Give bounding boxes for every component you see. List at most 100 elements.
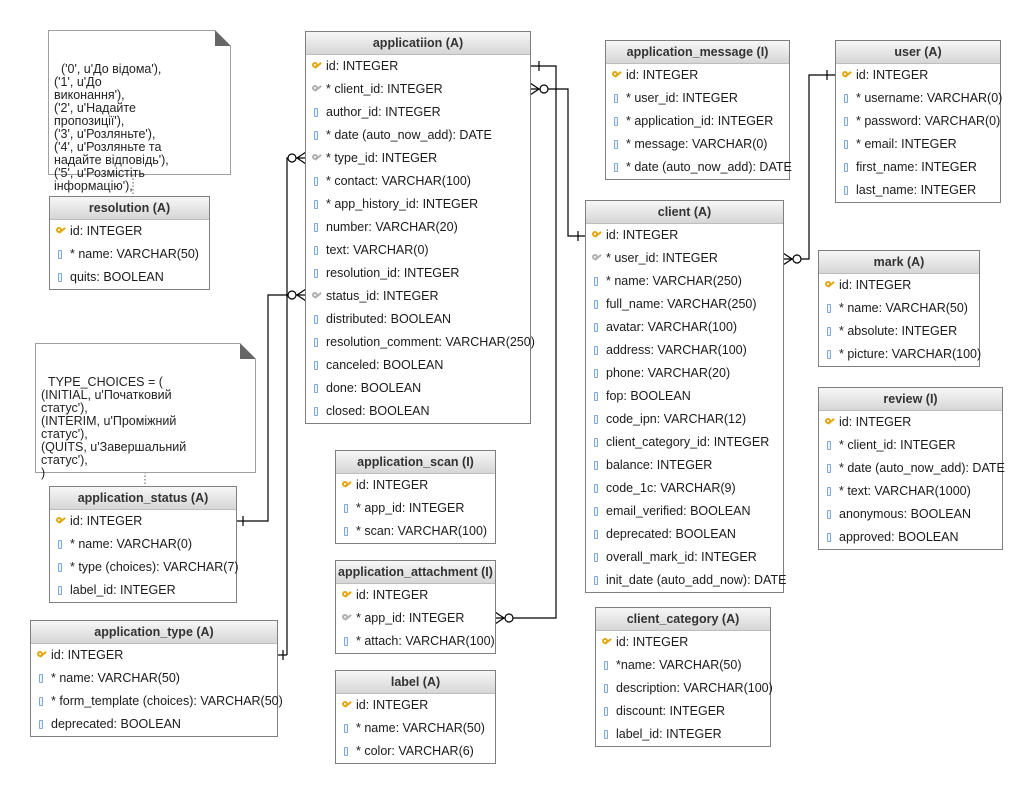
field-row[interactable]: * attach: VARCHAR(100) xyxy=(336,630,495,653)
field-row[interactable]: * name: VARCHAR(50) xyxy=(50,243,209,266)
field-row[interactable]: * date (auto_now_add): DATE xyxy=(606,156,792,179)
field-row[interactable]: * email: INTEGER xyxy=(836,133,1000,156)
field-row[interactable]: label_id: INTEGER xyxy=(596,723,770,746)
field-row[interactable]: deprecated: BOOLEAN xyxy=(31,713,277,736)
field-row[interactable]: deprecated: BOOLEAN xyxy=(586,523,783,546)
field-row[interactable]: * name: VARCHAR(50) xyxy=(336,717,495,740)
field-label: phone: VARCHAR(20) xyxy=(606,366,731,380)
table-user[interactable]: user (A) id: INTEGER * username: VARCHAR(0… xyxy=(835,40,1002,203)
field-row[interactable]: code_1c: VARCHAR(9) xyxy=(586,477,783,500)
field-row[interactable]: canceled: BOOLEAN xyxy=(306,354,530,377)
field-row[interactable]: first_name: INTEGER xyxy=(836,156,1000,179)
field-row[interactable]: * form_template (choices): VARCHAR(50) xyxy=(31,690,283,713)
field-row[interactable]: label_id: INTEGER xyxy=(50,579,236,602)
field-row[interactable]: *name: VARCHAR(50) xyxy=(596,654,770,677)
field-row[interactable]: code_ipn: VARCHAR(12) xyxy=(586,408,783,431)
field-row[interactable]: distributed: BOOLEAN xyxy=(306,308,530,331)
field-row[interactable]: * application_id: INTEGER xyxy=(606,110,789,133)
field-row[interactable]: id: INTEGER xyxy=(819,274,979,297)
field-row[interactable]: * user_id: INTEGER xyxy=(606,87,789,110)
field-row[interactable]: * password: VARCHAR(0) xyxy=(836,110,1000,133)
table-label[interactable]: label (A) id: INTEGER * name: VARCHAR(50) *… xyxy=(335,670,496,764)
field-row[interactable]: resolution_comment: VARCHAR(250) xyxy=(306,331,535,354)
field-row[interactable]: fop: BOOLEAN xyxy=(586,385,783,408)
field-row[interactable]: * username: VARCHAR(0) xyxy=(836,87,1002,110)
field-row[interactable]: * absolute: INTEGER xyxy=(819,320,979,343)
field-row[interactable]: * user_id: INTEGER xyxy=(586,247,783,270)
table-application-attachment[interactable]: application_attachment (I) id: INTEGER * a… xyxy=(335,560,496,654)
field-row[interactable]: full_name: VARCHAR(250) xyxy=(586,293,783,316)
field-row[interactable]: * name: VARCHAR(250) xyxy=(586,270,783,293)
field-row[interactable]: * text: VARCHAR(1000) xyxy=(819,480,1002,503)
field-row[interactable]: * type (choices): VARCHAR(7) xyxy=(50,556,239,579)
field-row[interactable]: * app_id: INTEGER xyxy=(336,497,495,520)
field-row[interactable]: * message: VARCHAR(0) xyxy=(606,133,789,156)
field-row[interactable]: init_date (auto_add_now): DATE xyxy=(586,569,786,592)
field-row[interactable]: text: VARCHAR(0) xyxy=(306,239,530,262)
field-row[interactable]: phone: VARCHAR(20) xyxy=(586,362,783,385)
field-row[interactable]: * color: VARCHAR(6) xyxy=(336,740,495,763)
field-row[interactable]: approved: BOOLEAN xyxy=(819,526,1002,549)
field-row[interactable]: client_category_id: INTEGER xyxy=(586,431,783,454)
field-row[interactable]: avatar: VARCHAR(100) xyxy=(586,316,783,339)
table-review[interactable]: review (I) id: INTEGER * client_id: INTEGE… xyxy=(818,387,1005,550)
field-row[interactable]: * contact: VARCHAR(100) xyxy=(306,170,530,193)
field-row[interactable]: id: INTEGER xyxy=(31,644,277,667)
table-resolution[interactable]: resolution (A) id: INTEGER * name: VARCHAR… xyxy=(49,196,210,290)
field-row[interactable]: * app_id: INTEGER xyxy=(336,607,495,630)
column-icon xyxy=(824,532,836,544)
field-row[interactable]: * date (auto_now_add): DATE xyxy=(306,124,530,147)
field-row[interactable]: * name: VARCHAR(0) xyxy=(50,533,236,556)
table-application-scan[interactable]: application_scan (I) id: INTEGER * app_id:… xyxy=(335,450,496,544)
field-row[interactable]: * date (auto_now_add): DATE xyxy=(819,457,1005,480)
field-row[interactable]: * name: VARCHAR(50) xyxy=(31,667,277,690)
field-row[interactable]: id: INTEGER xyxy=(336,584,495,607)
field-row[interactable]: * picture: VARCHAR(100) xyxy=(819,343,981,366)
field-row[interactable]: resolution_id: INTEGER xyxy=(306,262,530,285)
field-row[interactable]: overall_mark_id: INTEGER xyxy=(586,546,783,569)
table-application-type[interactable]: application_type (A) id: INTEGER * name: V… xyxy=(30,620,283,737)
field-row[interactable]: email_verified: BOOLEAN xyxy=(586,500,783,523)
field-row[interactable]: id: INTEGER xyxy=(836,64,1000,87)
field-row[interactable]: balance: INTEGER xyxy=(586,454,783,477)
field-row[interactable]: id: INTEGER xyxy=(819,411,1002,434)
field-row[interactable]: id: INTEGER xyxy=(50,510,236,533)
field-row[interactable]: done: BOOLEAN xyxy=(306,377,530,400)
field-row[interactable]: id: INTEGER xyxy=(586,224,783,247)
field-row[interactable]: * scan: VARCHAR(100) xyxy=(336,520,495,543)
table-client[interactable]: client (A) id: INTEGER * user_id: INTEGER *… xyxy=(585,200,786,593)
field-row[interactable]: id: INTEGER xyxy=(606,64,789,87)
field-row[interactable]: author_id: INTEGER xyxy=(306,101,530,124)
field-row[interactable]: discount: INTEGER xyxy=(596,700,770,723)
field-label: * color: VARCHAR(6) xyxy=(356,744,474,758)
field-row[interactable]: closed: BOOLEAN xyxy=(306,400,530,423)
field-row[interactable]: last_name: INTEGER xyxy=(836,179,1000,202)
table-application-message[interactable]: application_message (I) id: INTEGER * user… xyxy=(605,40,792,180)
foreign-key-icon xyxy=(311,291,323,303)
field-row[interactable]: description: VARCHAR(100) xyxy=(596,677,773,700)
field-row[interactable]: id: INTEGER xyxy=(50,220,209,243)
column-icon xyxy=(311,130,323,142)
column-icon xyxy=(841,185,853,197)
field-row[interactable]: number: VARCHAR(20) xyxy=(306,216,530,239)
column-icon xyxy=(591,414,603,426)
table-title: client (A) xyxy=(586,201,783,224)
field-row[interactable]: status_id: INTEGER xyxy=(306,285,530,308)
field-row[interactable]: id: INTEGER xyxy=(336,694,495,717)
table-application-status[interactable]: application_status (A) id: INTEGER * name:… xyxy=(49,486,239,603)
field-row[interactable]: * name: VARCHAR(50) xyxy=(819,297,979,320)
table-application[interactable]: applicatiion (A) id: INTEGER * client_id: … xyxy=(305,31,535,424)
field-row[interactable]: id: INTEGER xyxy=(596,631,770,654)
table-mark[interactable]: mark (A) id: INTEGER * name: VARCHAR(50) * … xyxy=(818,250,981,367)
field-row[interactable]: * client_id: INTEGER xyxy=(819,434,1002,457)
table-client-category[interactable]: client_category (A) id: INTEGER *name: VAR… xyxy=(595,607,773,747)
field-row[interactable]: * app_history_id: INTEGER xyxy=(306,193,530,216)
field-row[interactable]: address: VARCHAR(100) xyxy=(586,339,783,362)
field-row[interactable]: id: INTEGER xyxy=(306,55,530,78)
field-row[interactable]: * type_id: INTEGER xyxy=(306,147,530,170)
field-row[interactable]: anonymous: BOOLEAN xyxy=(819,503,1002,526)
field-row[interactable]: quits: BOOLEAN xyxy=(50,266,209,289)
field-label: * app_id: INTEGER xyxy=(356,611,465,625)
field-row[interactable]: * client_id: INTEGER xyxy=(306,78,530,101)
field-row[interactable]: id: INTEGER xyxy=(336,474,495,497)
